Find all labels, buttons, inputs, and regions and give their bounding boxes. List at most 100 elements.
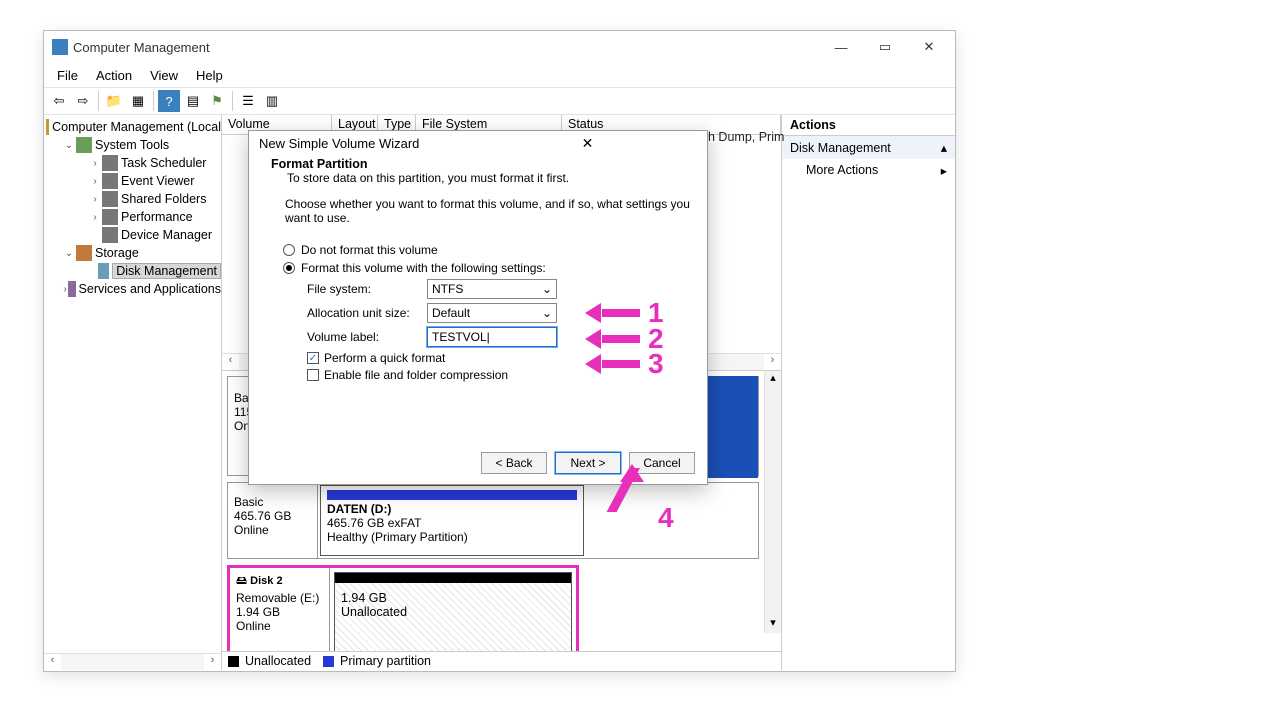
tree-system-tools[interactable]: System Tools — [95, 138, 169, 152]
folder-icon — [102, 191, 118, 207]
legend-primary: Primary partition — [340, 654, 431, 668]
tree-event-viewer[interactable]: Event Viewer — [121, 174, 194, 188]
expander-icon[interactable]: › — [88, 158, 102, 169]
checkbox-icon[interactable]: ✓ — [307, 352, 319, 364]
dialog-prompt: Choose whether you want to format this v… — [249, 193, 707, 231]
grid-icon[interactable]: ▥ — [261, 90, 283, 112]
au-select[interactable]: Default ⌄ — [427, 303, 557, 323]
toolbar-sep — [232, 91, 233, 111]
storage-icon — [76, 245, 92, 261]
toolbar-sep — [98, 91, 99, 111]
close-button[interactable]: ✕ — [907, 32, 951, 62]
tree-shared-folders[interactable]: Shared Folders — [121, 192, 206, 206]
disks-vscroll[interactable]: ▴▾ — [764, 371, 781, 633]
expander-icon[interactable]: › — [88, 176, 102, 187]
chevron-down-icon: ⌄ — [542, 306, 552, 320]
flag-icon[interactable]: ⚑ — [206, 90, 228, 112]
back-icon[interactable]: ⇦ — [48, 90, 70, 112]
disk2-status: Online — [236, 619, 323, 633]
disk1-part-health: Healthy (Primary Partition) — [327, 530, 577, 544]
forward-icon[interactable]: ⇨ — [72, 90, 94, 112]
cancel-button[interactable]: Cancel — [629, 452, 695, 474]
window-title: Computer Management — [73, 40, 819, 55]
menu-help[interactable]: Help — [187, 66, 232, 85]
tree-hscroll[interactable]: ‹› — [44, 653, 221, 670]
expander-icon[interactable]: ⌄ — [62, 140, 76, 151]
disk1[interactable]: Basic 465.76 GB Online DATEN (D:) 465.76… — [227, 482, 759, 559]
tree-device-manager[interactable]: Device Manager — [121, 228, 212, 242]
calendar-icon[interactable]: ▤ — [182, 90, 204, 112]
expander-icon[interactable]: › — [88, 194, 102, 205]
tree-performance[interactable]: Performance — [121, 210, 193, 224]
fs-select[interactable]: NTFS ⌄ — [427, 279, 557, 299]
minimize-button[interactable]: — — [819, 32, 863, 62]
radio-icon[interactable] — [283, 262, 295, 274]
menu-view[interactable]: View — [141, 66, 187, 85]
disk2-size: 1.94 GB — [236, 605, 323, 619]
menu-file[interactable]: File — [48, 66, 87, 85]
selected-partition[interactable] — [708, 376, 758, 478]
disk2-unallocated[interactable]: 1.94 GB Unallocated — [334, 572, 572, 651]
actions-more[interactable]: More Actions ▸ — [782, 159, 955, 182]
legend-unalloc: Unallocated — [245, 654, 311, 668]
disk1-type: Basic — [234, 495, 311, 509]
wrench-icon — [76, 137, 92, 153]
disk2-type: Removable (E:) — [236, 591, 323, 605]
toolbar-sep — [153, 91, 154, 111]
up-icon[interactable]: 📁 — [103, 90, 125, 112]
volume-label-input[interactable]: TESTVOL| — [427, 327, 557, 347]
disk1-status: Online — [234, 523, 311, 537]
titlebar: Computer Management — ▭ ✕ — [44, 31, 955, 63]
next-button[interactable]: Next > — [555, 452, 621, 474]
maximize-button[interactable]: ▭ — [863, 32, 907, 62]
disk-icon — [98, 263, 109, 279]
legend-swatch-primary — [323, 656, 334, 667]
help-icon[interactable]: ? — [158, 90, 180, 112]
new-volume-wizard: New Simple Volume Wizard ✕ Format Partit… — [248, 130, 708, 485]
status-peek: h Dump, Prim — [708, 130, 784, 144]
disk2-name: Disk 2 — [250, 575, 282, 587]
radio-format[interactable]: Format this volume with the following se… — [283, 261, 689, 275]
disk2-part-size: 1.94 GB — [341, 591, 565, 605]
checkbox-icon[interactable] — [307, 369, 319, 381]
radio-icon[interactable] — [283, 244, 295, 256]
actions-section[interactable]: Disk Management ▴ — [782, 136, 955, 159]
expander-icon[interactable]: › — [88, 212, 102, 223]
radio-no-format[interactable]: Do not format this volume — [283, 243, 689, 257]
tree-disk-management[interactable]: Disk Management — [112, 263, 221, 279]
dialog-close-icon[interactable]: ✕ — [478, 135, 697, 152]
compression-checkbox[interactable]: Enable file and folder compression — [307, 368, 689, 382]
quick-format-checkbox[interactable]: ✓ Perform a quick format — [307, 351, 689, 365]
expander-icon[interactable]: ⌄ — [62, 248, 76, 259]
collapse-icon[interactable]: ▴ — [941, 140, 947, 155]
disk1-partition[interactable]: DATEN (D:) 465.76 GB exFAT Healthy (Prim… — [320, 485, 584, 556]
task-icon — [102, 155, 118, 171]
disk1-part-info: 465.76 GB exFAT — [327, 516, 577, 530]
chevron-right-icon: ▸ — [941, 163, 947, 178]
toolbar: ⇦ ⇨ 📁 ▦ ? ▤ ⚑ ☰ ▥ — [44, 87, 955, 115]
tree-root[interactable]: Computer Management (Local — [52, 120, 221, 134]
tree-storage[interactable]: Storage — [95, 246, 139, 260]
app-icon — [52, 39, 68, 55]
legend-swatch-unalloc — [228, 656, 239, 667]
menubar: File Action View Help — [44, 63, 955, 87]
legend: Unallocated Primary partition — [222, 651, 781, 670]
dialog-sub: To store data on this partition, you mus… — [271, 171, 693, 185]
au-label: Allocation unit size: — [307, 306, 427, 320]
disk2-part-state: Unallocated — [341, 605, 565, 619]
tree-task-scheduler[interactable]: Task Scheduler — [121, 156, 206, 170]
menu-action[interactable]: Action — [87, 66, 141, 85]
actions-pane: Actions Disk Management ▴ More Actions ▸ — [781, 115, 955, 670]
dialog-title: New Simple Volume Wizard — [259, 136, 478, 151]
dialog-heading: Format Partition — [271, 157, 368, 171]
disk2[interactable]: 🖴 Disk 2 Removable (E:) 1.94 GB Online 1… — [227, 565, 579, 651]
tree-services[interactable]: Services and Applications — [79, 282, 221, 296]
event-icon — [102, 173, 118, 189]
layout-icon[interactable]: ▦ — [127, 90, 149, 112]
services-icon — [68, 281, 75, 297]
back-button[interactable]: < Back — [481, 452, 547, 474]
nav-tree[interactable]: Computer Management (Local ⌄ System Tools… — [44, 115, 222, 670]
disk1-size: 465.76 GB — [234, 509, 311, 523]
vl-label: Volume label: — [307, 330, 427, 344]
list-icon[interactable]: ☰ — [237, 90, 259, 112]
